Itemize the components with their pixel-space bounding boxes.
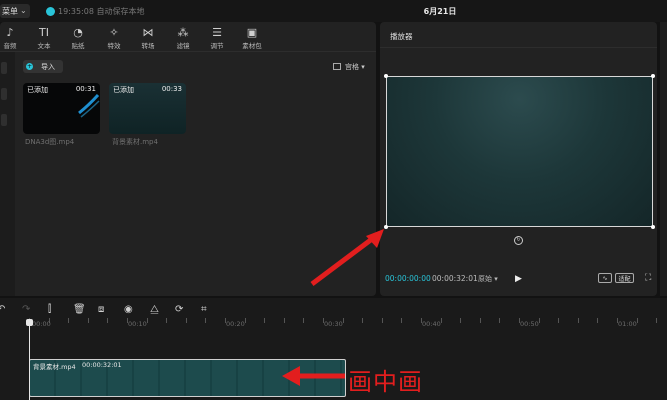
annotation-arrow-upper <box>310 229 384 286</box>
annotation-label: 画中画 <box>348 368 423 396</box>
annotation-arrow-lower <box>282 366 345 386</box>
annotation-overlay <box>282 229 384 386</box>
